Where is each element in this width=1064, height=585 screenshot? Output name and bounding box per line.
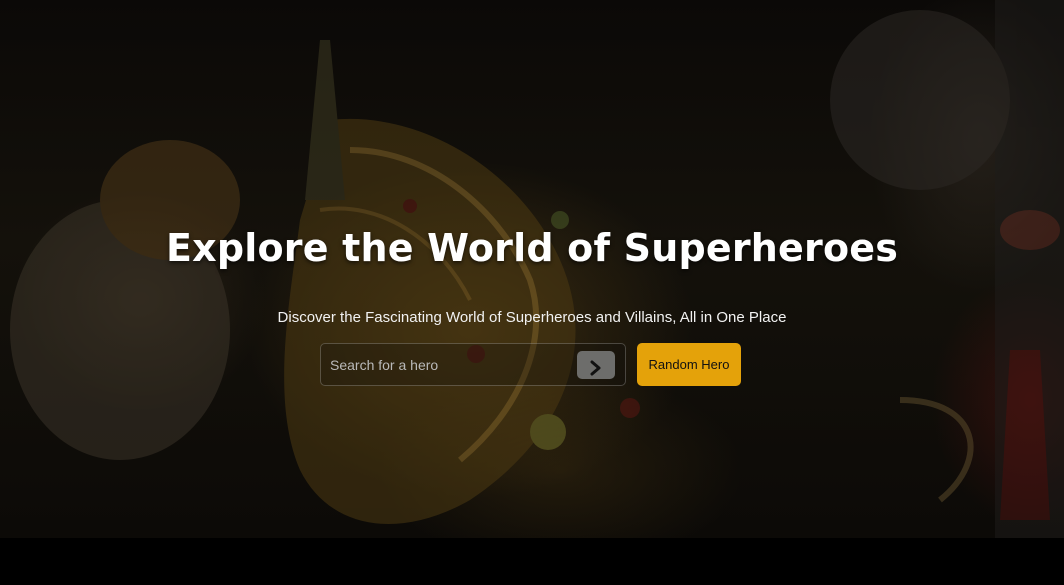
- hero-subtitle: Discover the Fascinating World of Superh…: [277, 309, 787, 326]
- search-bar: [320, 343, 626, 386]
- hero-section: Explore the World of Superheroes Discove…: [0, 0, 1064, 538]
- search-input[interactable]: [321, 344, 571, 385]
- chevron-right-icon: [590, 360, 601, 376]
- page-footer-strip: [0, 538, 1064, 585]
- hero-title: Explore the World of Superheroes: [165, 226, 899, 270]
- random-hero-button[interactable]: Random Hero: [637, 343, 741, 386]
- search-submit-button[interactable]: [577, 351, 615, 379]
